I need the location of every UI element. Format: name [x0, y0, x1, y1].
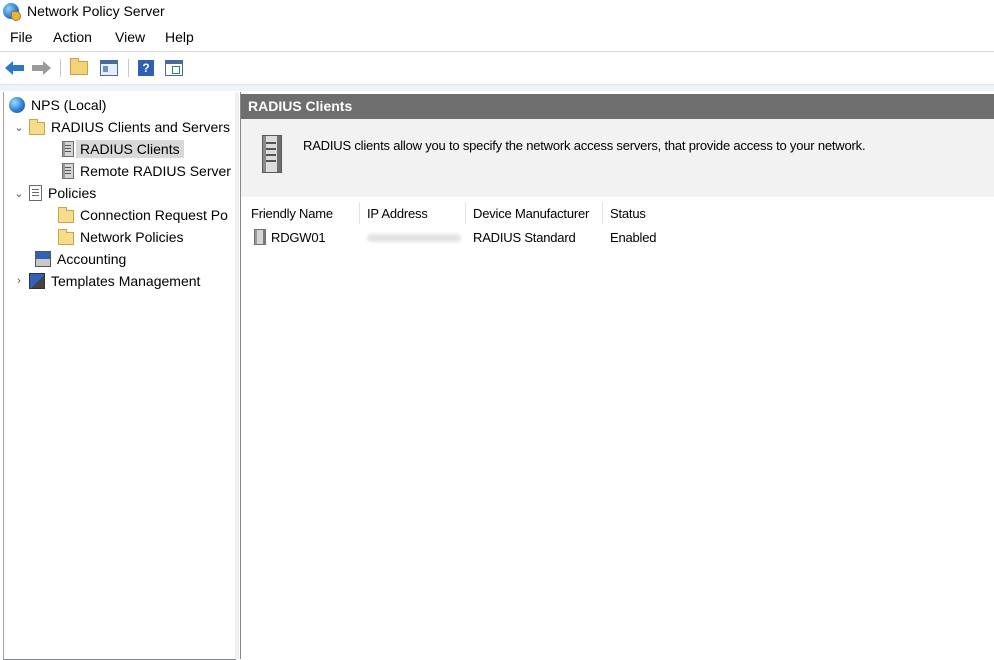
cell-friendly-name: RDGW01 — [271, 230, 326, 245]
back-button[interactable] — [4, 57, 26, 79]
radius-client-icon — [254, 229, 266, 245]
tree-item-nps-local[interactable]: NPS (Local) — [9, 95, 106, 115]
tree-item-remote-radius-server[interactable]: Remote RADIUS Server — [60, 161, 231, 181]
toolbar-band — [0, 84, 994, 91]
description-text: RADIUS clients allow you to specify the … — [303, 138, 866, 153]
column-header-ip-address[interactable]: IP Address — [367, 206, 428, 221]
cell-manufacturer: RADIUS Standard — [473, 230, 576, 245]
column-divider[interactable] — [602, 202, 603, 224]
accounting-icon — [35, 251, 51, 267]
tree-item-radius-clients[interactable]: RADIUS Clients — [60, 139, 184, 159]
menu-file[interactable]: File — [10, 29, 33, 45]
redacted-ip-address — [367, 234, 461, 242]
folder-icon — [58, 206, 74, 223]
tree-item-templates-management[interactable]: › Templates Management — [13, 271, 200, 291]
tree-item-label: NPS (Local) — [31, 97, 107, 113]
menu-bar: File Action View Help — [0, 26, 994, 50]
menu-action[interactable]: Action — [53, 29, 92, 45]
properties-icon — [165, 60, 183, 76]
tree-item-network-policies[interactable]: Network Policies — [58, 227, 183, 247]
menu-view[interactable]: View — [115, 29, 145, 45]
document-icon — [29, 185, 42, 201]
up-one-level-button[interactable] — [68, 57, 90, 79]
nps-globe-icon — [3, 3, 21, 21]
forward-arrow-icon — [31, 61, 51, 75]
globe-icon — [9, 97, 25, 113]
tree-item-radius-clients-and-servers[interactable]: ⌄ RADIUS Clients and Servers — [13, 117, 230, 137]
forward-button[interactable] — [30, 57, 52, 79]
details-pane: RADIUS Clients RADIUS clients allow you … — [240, 92, 994, 659]
chevron-down-icon[interactable]: ⌄ — [13, 187, 25, 200]
tree-item-label: Network Policies — [80, 229, 184, 245]
server-icon — [262, 135, 282, 173]
server-icon — [62, 141, 74, 157]
help-icon: ? — [138, 60, 154, 76]
folder-icon — [29, 118, 45, 135]
tree-item-label: RADIUS Clients — [76, 140, 184, 158]
tree-item-policies[interactable]: ⌄ Policies — [13, 183, 96, 203]
tree-item-label: Connection Request Po — [80, 207, 228, 223]
window-title: Network Policy Server — [27, 3, 165, 19]
tree-item-connection-request-policies[interactable]: Connection Request Po — [58, 205, 228, 225]
column-header-status[interactable]: Status — [610, 206, 646, 221]
column-divider[interactable] — [359, 202, 360, 224]
toolbar-divider — [60, 59, 61, 77]
tree-item-label: Remote RADIUS Server — [80, 163, 231, 179]
console-tree[interactable]: NPS (Local) ⌄ RADIUS Clients and Servers… — [3, 92, 236, 660]
up-folder-icon — [70, 58, 88, 75]
show-hide-tree-icon — [100, 60, 118, 76]
tree-item-label: Accounting — [57, 251, 127, 267]
toolbar-divider — [128, 59, 129, 77]
back-arrow-icon — [5, 61, 25, 75]
folder-icon — [58, 228, 74, 245]
menu-help[interactable]: Help — [165, 29, 194, 45]
pane-title: RADIUS Clients — [248, 98, 353, 114]
menu-divider — [0, 51, 994, 52]
pane-header: RADIUS Clients — [241, 94, 994, 119]
tree-item-label: RADIUS Clients and Servers — [51, 119, 230, 135]
cell-status: Enabled — [610, 230, 657, 245]
tree-item-label: Policies — [48, 185, 97, 201]
properties-button[interactable] — [163, 57, 185, 79]
tree-item-accounting[interactable]: Accounting — [35, 249, 126, 269]
server-group-icon — [62, 163, 74, 179]
column-divider[interactable] — [465, 202, 466, 224]
pane-splitter[interactable] — [235, 92, 239, 659]
title-bar: Network Policy Server — [0, 0, 994, 24]
column-header-device-manufacturer[interactable]: Device Manufacturer — [473, 206, 589, 221]
toolbar: ? — [0, 54, 994, 82]
help-button[interactable]: ? — [135, 57, 157, 79]
table-row[interactable]: RDGW01 RADIUS Standard Enabled — [241, 226, 994, 248]
templates-icon — [29, 273, 45, 289]
column-header-friendly-name[interactable]: Friendly Name — [251, 206, 333, 221]
show-hide-console-tree-button[interactable] — [98, 57, 120, 79]
list-header: Friendly Name IP Address Device Manufact… — [241, 202, 994, 224]
tree-item-label: Templates Management — [51, 273, 201, 289]
chevron-right-icon[interactable]: › — [13, 275, 25, 287]
chevron-down-icon[interactable]: ⌄ — [13, 121, 25, 134]
description-panel: RADIUS clients allow you to specify the … — [241, 119, 994, 197]
